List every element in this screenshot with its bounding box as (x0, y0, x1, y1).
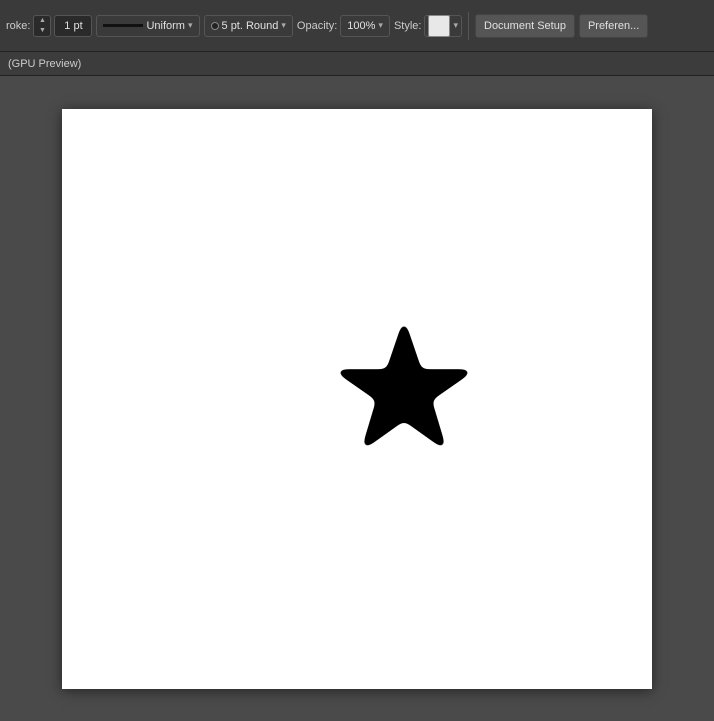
stroke-spinner[interactable]: ▲ ▼ (33, 15, 51, 37)
brush-size-label: 5 pt. Round (222, 20, 279, 32)
document-setup-button[interactable]: Document Setup (475, 14, 575, 38)
style-label: Style: (394, 20, 422, 32)
canvas-area (0, 76, 714, 721)
brush-dot-icon (211, 22, 219, 30)
opacity-value: 100% (347, 20, 375, 32)
stroke-label: roke: (6, 20, 30, 32)
opacity-label: Opacity: (297, 20, 337, 32)
spinner-down-btn[interactable]: ▼ (34, 26, 50, 36)
opacity-dropdown[interactable]: 100% ▾ (340, 15, 390, 37)
stroke-line-preview (103, 24, 143, 27)
artboard (62, 109, 652, 689)
opacity-arrow: ▾ (378, 20, 383, 31)
sub-toolbar: (GPU Preview) (0, 52, 714, 76)
style-group: Style: ▾ (394, 15, 462, 37)
brush-arrow: ▾ (281, 20, 286, 31)
stroke-group: roke: ▲ ▼ (6, 15, 92, 37)
stroke-type-label: Uniform (146, 20, 185, 32)
star-path (334, 320, 474, 450)
style-dropdown[interactable]: ▾ (424, 15, 462, 37)
stroke-style-dropdown[interactable]: Uniform ▾ (96, 15, 199, 37)
star-object[interactable] (324, 310, 484, 468)
main-toolbar: roke: ▲ ▼ Uniform ▾ 5 pt. Round ▾ Opacit… (0, 0, 714, 52)
style-color-box (428, 15, 450, 37)
spinner-up-btn[interactable]: ▲ (34, 16, 50, 26)
star-svg (324, 310, 484, 465)
toolbar-divider (468, 12, 469, 40)
stroke-type-arrow: ▾ (188, 20, 193, 31)
style-arrow: ▾ (453, 20, 458, 31)
stroke-value-input[interactable] (54, 15, 92, 37)
gpu-preview-label: (GPU Preview) (8, 58, 81, 70)
brush-dropdown[interactable]: 5 pt. Round ▾ (204, 15, 293, 37)
opacity-group: Opacity: 100% ▾ (297, 15, 390, 37)
preferences-button[interactable]: Preferen... (579, 14, 648, 38)
